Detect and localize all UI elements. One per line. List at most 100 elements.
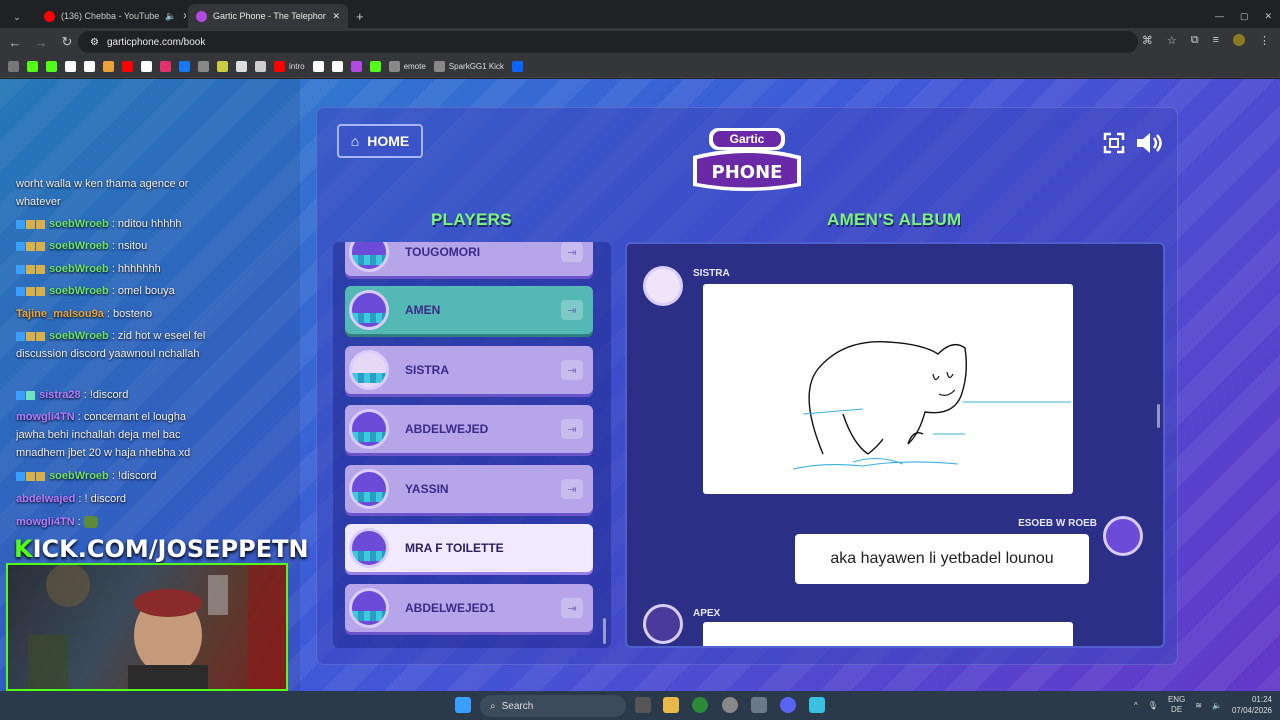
fullscreen-icon[interactable] bbox=[1103, 132, 1125, 154]
search-icon: ⌕ bbox=[490, 700, 496, 712]
browser-tab-bar: ⌄ (136) Chebba - YouTube 🔈 ✕ Gartic Phon… bbox=[0, 0, 1280, 28]
file-explorer-icon[interactable] bbox=[663, 697, 679, 713]
forward-icon[interactable]: → bbox=[30, 31, 52, 53]
settings-icon[interactable] bbox=[751, 697, 767, 713]
app-icon[interactable] bbox=[722, 697, 738, 713]
player-row[interactable]: ABDELWEJED ⇥ bbox=[345, 405, 593, 453]
windows-start-icon[interactable] bbox=[455, 697, 471, 713]
kick-player-icon[interactable]: ⇥ bbox=[561, 598, 583, 618]
player-row[interactable]: ABDELWEJED1 ⇥ bbox=[345, 584, 593, 632]
bookmark-item[interactable] bbox=[27, 61, 38, 72]
home-button[interactable]: ⌂ HOME bbox=[337, 124, 423, 158]
bookmark-item[interactable] bbox=[46, 61, 57, 72]
bookmark-item[interactable] bbox=[331, 61, 343, 72]
clock[interactable]: 01:24 07/04/2026 bbox=[1232, 694, 1272, 716]
badge-icon bbox=[36, 241, 45, 251]
minimize-icon[interactable]: — bbox=[1207, 4, 1232, 28]
reload-icon[interactable]: ↻ bbox=[56, 31, 78, 53]
tab-gartic[interactable]: Gartic Phone - The Telephone G ✕ bbox=[188, 4, 348, 28]
url-input[interactable]: ⚙ garticphone.com/book bbox=[78, 31, 1138, 53]
sound-icon[interactable] bbox=[1135, 130, 1163, 156]
player-avatar bbox=[349, 588, 389, 628]
bookmark-item[interactable] bbox=[160, 61, 171, 72]
chat-message: soebWroeb : hhhhhhh bbox=[16, 260, 216, 278]
bookmark-item[interactable] bbox=[198, 61, 209, 72]
url-text: garticphone.com/book bbox=[106, 36, 206, 48]
bookmark-item[interactable]: SparkGG1 Kick bbox=[433, 61, 504, 72]
wifi-icon[interactable]: ≋ bbox=[1195, 701, 1202, 710]
bookmark-item[interactable] bbox=[369, 61, 381, 72]
badge-icon bbox=[16, 390, 25, 400]
bookmark-icon bbox=[27, 61, 38, 72]
chat-message: mowgli4TN : concernant el lougha jawha b… bbox=[16, 411, 191, 459]
chat-message: soebWroeb : !discord bbox=[16, 467, 216, 485]
discord-icon[interactable] bbox=[780, 697, 796, 713]
badge-icon bbox=[16, 241, 25, 251]
tab-search-icon[interactable]: ⌄ bbox=[6, 6, 28, 28]
task-view-icon[interactable] bbox=[635, 697, 651, 713]
apps-icon[interactable] bbox=[8, 61, 19, 72]
badge-icon bbox=[16, 286, 25, 296]
kick-player-icon[interactable]: ⇥ bbox=[561, 360, 583, 380]
menu-icon[interactable]: ⋮ bbox=[1259, 34, 1270, 47]
album-scrollbar[interactable] bbox=[1157, 404, 1160, 428]
language-indicator[interactable]: ENG DE bbox=[1168, 695, 1185, 715]
player-row[interactable]: AMEN ⇥ bbox=[345, 286, 593, 334]
bookmark-item[interactable] bbox=[65, 61, 76, 72]
bookmark-item[interactable] bbox=[84, 61, 95, 72]
tab-youtube[interactable]: (136) Chebba - YouTube 🔈 ✕ bbox=[36, 4, 186, 28]
tab-close-icon[interactable]: ✕ bbox=[182, 11, 186, 22]
gartic-phone-logo: Gartic PHONE bbox=[693, 128, 801, 191]
bookmark-item[interactable] bbox=[217, 61, 228, 72]
bookmark-item[interactable]: emote bbox=[388, 61, 426, 72]
album-title: AMEN'S ALBUM bbox=[827, 210, 962, 229]
player-row[interactable]: MRA F TOILETTE bbox=[345, 524, 593, 572]
tray-chevron-icon[interactable]: ^ bbox=[1134, 701, 1138, 710]
badge-icon bbox=[36, 219, 45, 229]
bookmark-item[interactable] bbox=[179, 61, 190, 72]
bookmark-icon bbox=[433, 61, 445, 72]
bookmark-item[interactable] bbox=[255, 61, 266, 72]
bookmark-item[interactable] bbox=[236, 61, 247, 72]
badge-icon bbox=[26, 390, 35, 400]
translate-icon[interactable]: ⌘ bbox=[1142, 34, 1153, 47]
notepad-icon[interactable] bbox=[809, 697, 825, 713]
chrome-icon[interactable] bbox=[692, 697, 708, 713]
speaker-icon[interactable]: 🔈 bbox=[165, 11, 176, 22]
kick-player-icon[interactable]: ⇥ bbox=[561, 419, 583, 439]
kick-player-icon[interactable]: ⇥ bbox=[561, 479, 583, 499]
kick-player-icon[interactable]: ⇥ bbox=[561, 242, 583, 262]
tab-close-icon[interactable]: ✕ bbox=[332, 11, 340, 22]
bookmark-item[interactable] bbox=[122, 61, 133, 72]
kick-player-icon[interactable]: ⇥ bbox=[561, 300, 583, 320]
site-info-icon[interactable]: ⚙ bbox=[90, 37, 99, 48]
bookmark-item[interactable] bbox=[103, 61, 114, 72]
players-title: PLAYERS bbox=[431, 210, 512, 229]
bookmark-star-icon[interactable]: ☆ bbox=[1167, 34, 1177, 47]
chat-message: sistra28 : !discord bbox=[16, 386, 216, 404]
window-close-icon[interactable]: ✕ bbox=[1256, 4, 1280, 28]
maximize-icon[interactable]: ▢ bbox=[1232, 4, 1257, 28]
bookmark-item[interactable] bbox=[350, 61, 362, 72]
logo-bottom-text: PHONE bbox=[712, 162, 783, 183]
players-scrollbar[interactable] bbox=[603, 618, 606, 644]
bookmark-item[interactable] bbox=[511, 61, 523, 72]
bookmark-icon bbox=[179, 61, 190, 72]
bookmark-item[interactable] bbox=[141, 61, 152, 72]
bookmark-icon bbox=[255, 61, 266, 72]
new-tab-button[interactable]: + bbox=[348, 4, 372, 28]
volume-icon[interactable]: 🔈 bbox=[1212, 701, 1222, 710]
taskbar-search[interactable]: ⌕ Search bbox=[480, 695, 626, 717]
profile-avatar[interactable] bbox=[1233, 34, 1245, 46]
player-row[interactable]: SISTRA ⇥ bbox=[345, 346, 593, 394]
tab-groups-icon[interactable]: ≡ bbox=[1213, 34, 1219, 47]
back-icon[interactable]: ← bbox=[4, 31, 26, 53]
extensions-icon[interactable]: ⧉ bbox=[1191, 34, 1199, 47]
bookmark-icon bbox=[198, 61, 209, 72]
player-row[interactable]: YASSIN ⇥ bbox=[345, 465, 593, 513]
player-row[interactable]: TOUGOMORI ⇥ bbox=[345, 242, 593, 276]
guess-bubble: aka hayawen li yetbadel lounou bbox=[795, 534, 1089, 584]
bookmark-item[interactable]: intro bbox=[274, 61, 305, 72]
mic-icon[interactable]: 🎙 bbox=[1148, 701, 1158, 710]
bookmark-item[interactable] bbox=[312, 61, 324, 72]
